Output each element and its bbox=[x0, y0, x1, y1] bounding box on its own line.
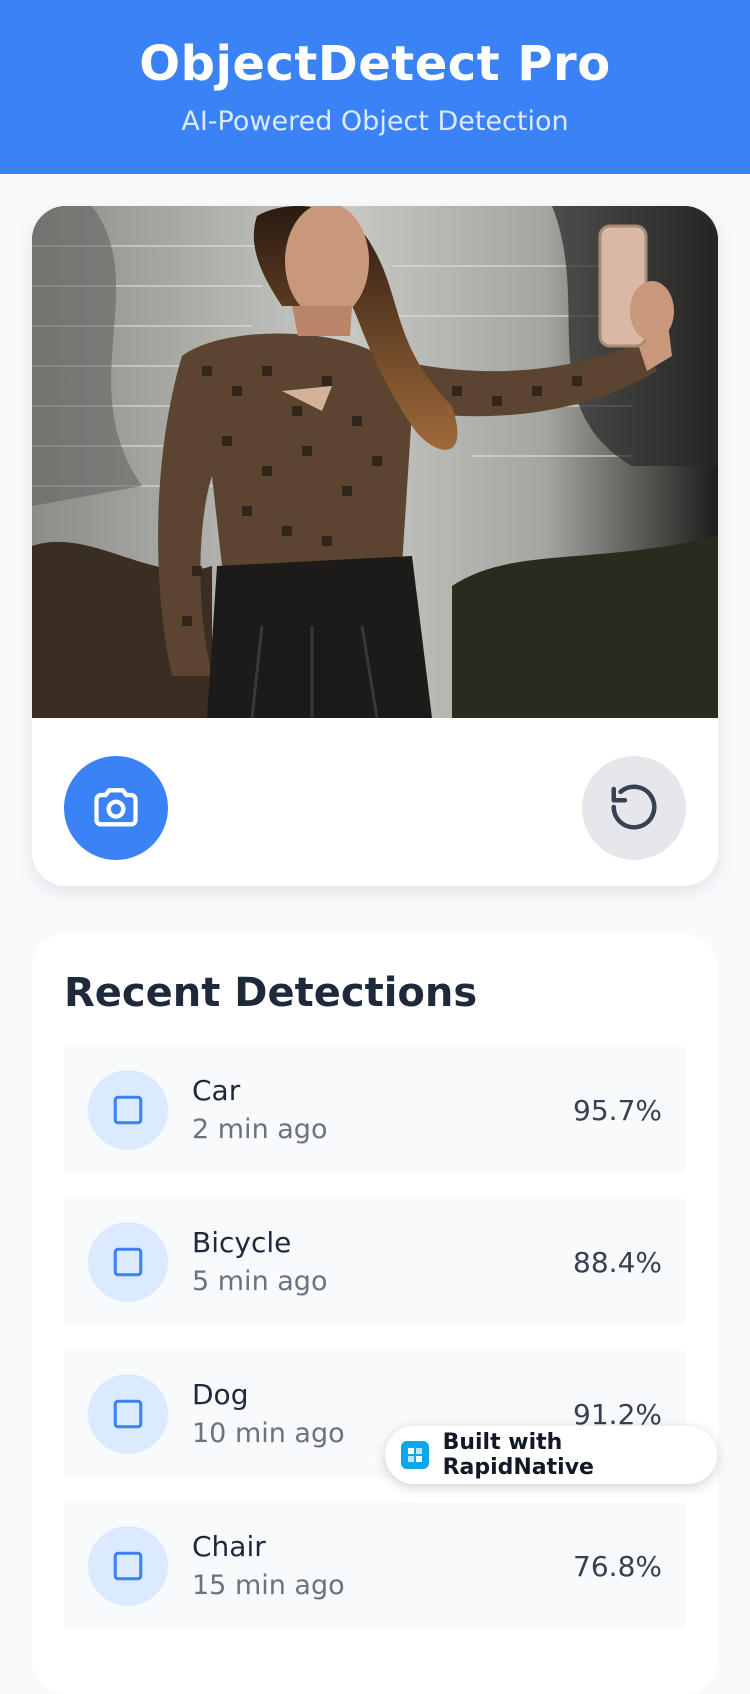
detection-time: 15 min ago bbox=[192, 1570, 345, 1601]
app-header: ObjectDetect Pro AI-Powered Object Detec… bbox=[0, 0, 750, 174]
capture-button[interactable] bbox=[64, 756, 168, 860]
detection-name: Car bbox=[192, 1074, 241, 1107]
square-icon bbox=[88, 1222, 168, 1302]
detection-time: 10 min ago bbox=[192, 1418, 345, 1449]
detection-confidence: 76.8% bbox=[573, 1550, 662, 1583]
square-icon bbox=[88, 1070, 168, 1150]
camera-preview-image bbox=[32, 206, 718, 718]
rotate-ccw-icon bbox=[607, 780, 661, 837]
square-icon bbox=[88, 1526, 168, 1606]
square-icon bbox=[88, 1374, 168, 1454]
detection-item[interactable]: Car 2 min ago 95.7% bbox=[64, 1046, 686, 1174]
detection-name: Dog bbox=[192, 1378, 249, 1411]
detection-time: 5 min ago bbox=[192, 1266, 328, 1297]
detection-list: Car 2 min ago 95.7% Bicycle 5 min ago 88… bbox=[64, 1046, 686, 1654]
detection-confidence: 95.7% bbox=[573, 1094, 662, 1127]
detection-item[interactable]: Bicycle 5 min ago 88.4% bbox=[64, 1198, 686, 1326]
detection-name: Bicycle bbox=[192, 1226, 292, 1259]
reset-button[interactable] bbox=[582, 756, 686, 860]
detection-confidence: 88.4% bbox=[573, 1246, 662, 1279]
rapidnative-logo-icon bbox=[401, 1441, 429, 1469]
badge-label: Built with RapidNative bbox=[442, 1430, 594, 1480]
recent-detections-card: Recent Detections Car 2 min ago 95.7% Bi… bbox=[32, 934, 718, 1694]
camera-controls bbox=[32, 718, 718, 886]
app-subtitle: AI-Powered Object Detection bbox=[181, 106, 569, 137]
camera-card bbox=[32, 206, 718, 886]
camera-icon bbox=[90, 781, 142, 836]
detection-time: 2 min ago bbox=[192, 1114, 328, 1145]
detection-name: Chair bbox=[192, 1530, 266, 1563]
detection-item[interactable]: Chair 15 min ago 76.8% bbox=[64, 1502, 686, 1630]
app-title: ObjectDetect Pro bbox=[139, 36, 611, 92]
built-with-badge[interactable]: Built with RapidNative bbox=[385, 1426, 717, 1484]
recent-detections-title: Recent Detections bbox=[64, 970, 478, 1016]
